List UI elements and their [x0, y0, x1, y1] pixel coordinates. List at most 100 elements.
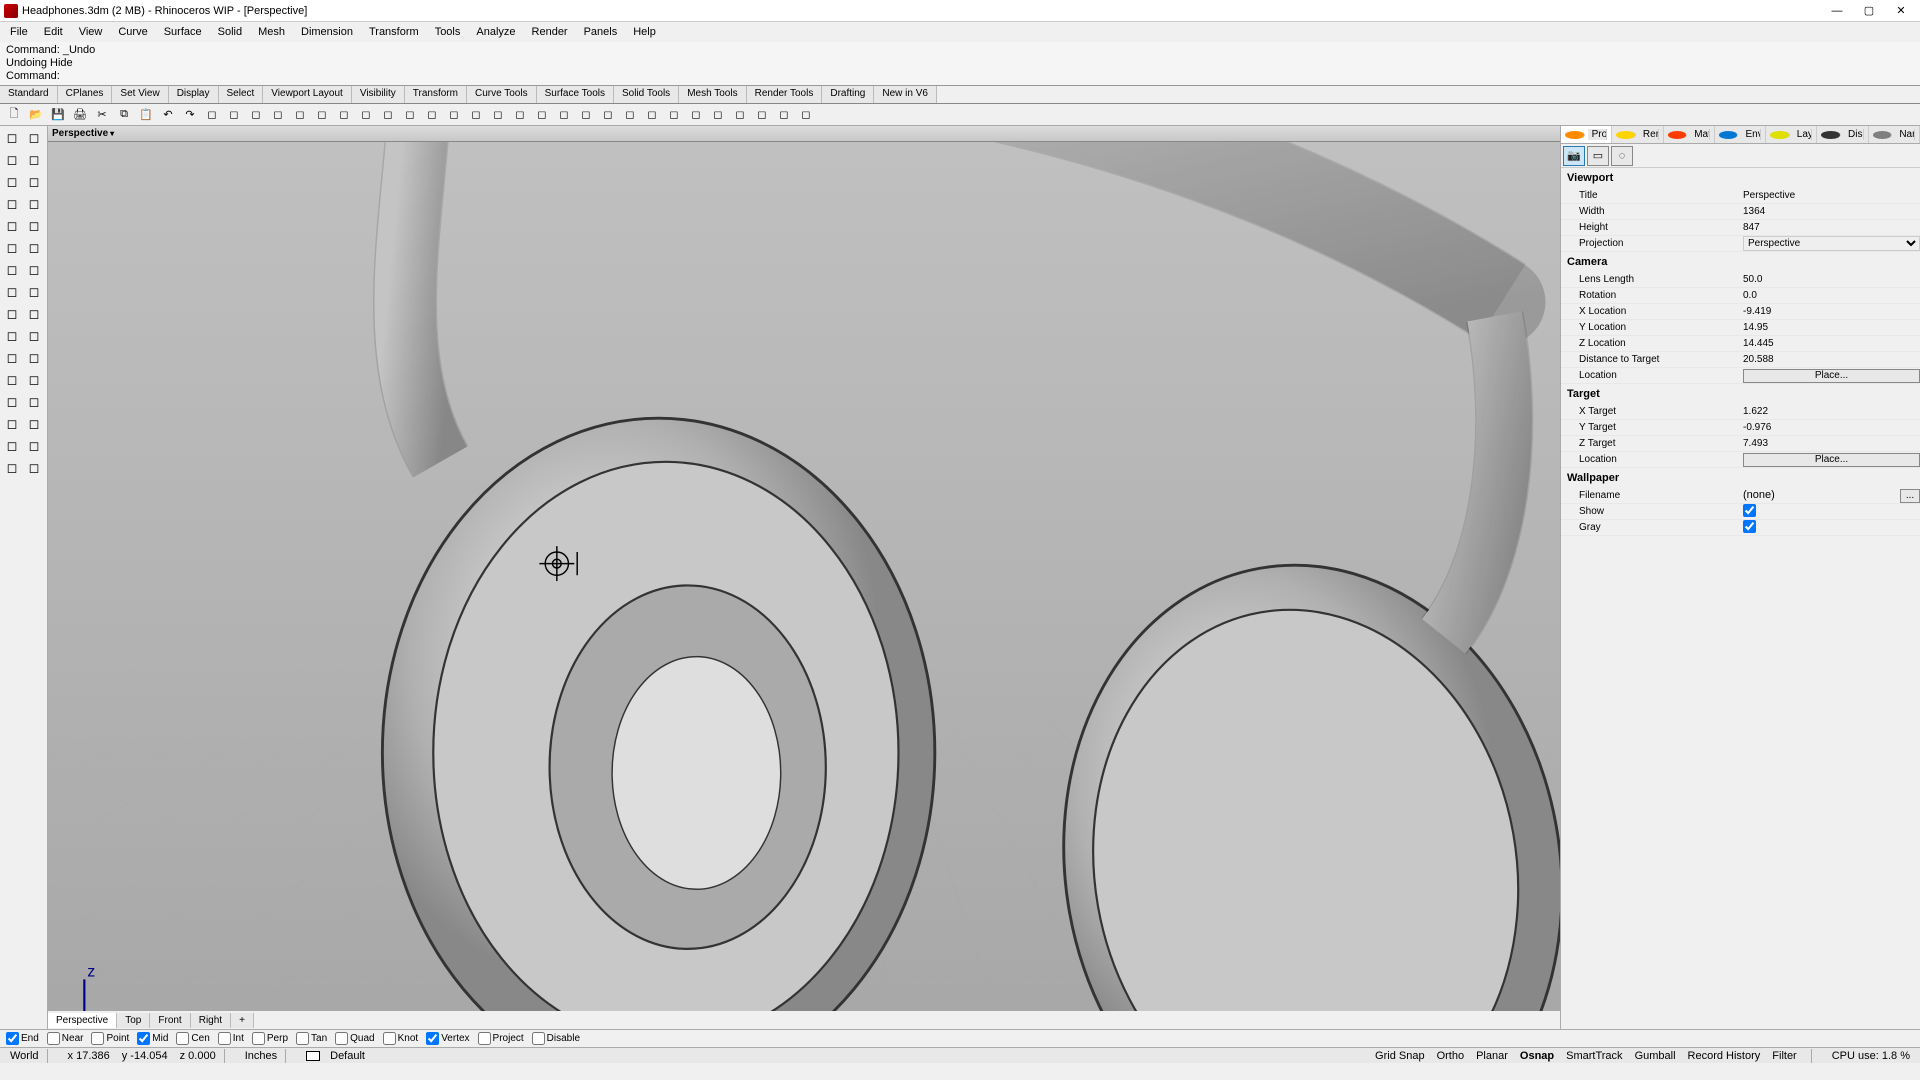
- chevron-down-icon[interactable]: ▾: [110, 129, 114, 138]
- select-none-icon[interactable]: ◻: [378, 105, 398, 125]
- array-icon[interactable]: ◻: [312, 105, 332, 125]
- menu-panels[interactable]: Panels: [576, 24, 626, 40]
- offset-tool-icon[interactable]: ◻: [24, 304, 44, 324]
- scale-icon[interactable]: ◻: [268, 105, 288, 125]
- line-tool-icon[interactable]: ◻: [24, 172, 44, 192]
- viewport-properties-icon[interactable]: 📷: [1563, 146, 1585, 166]
- prop-ty-value[interactable]: -0.976: [1741, 422, 1920, 433]
- show-icon[interactable]: ◻: [444, 105, 464, 125]
- osnap-perp[interactable]: Perp: [252, 1032, 288, 1045]
- tooltab-mesh-tools[interactable]: Mesh Tools: [679, 86, 746, 103]
- prop-camy-value[interactable]: 14.95: [1741, 322, 1920, 333]
- tooltab-display[interactable]: Display: [169, 86, 219, 103]
- box-icon[interactable]: ◻: [554, 105, 574, 125]
- layer-icon[interactable]: ◻: [466, 105, 486, 125]
- osnap-point[interactable]: Point: [91, 1032, 129, 1045]
- cone-tool-icon[interactable]: ◻: [24, 414, 44, 434]
- menu-solid[interactable]: Solid: [210, 24, 250, 40]
- loft-tool-icon[interactable]: ◻: [2, 326, 22, 346]
- paneltab-display[interactable]: Display: [1817, 126, 1868, 143]
- meshcyl-tool-icon[interactable]: ◻: [24, 458, 44, 478]
- open-icon[interactable]: 📂: [26, 105, 46, 125]
- menu-tools[interactable]: Tools: [427, 24, 469, 40]
- status-osnap[interactable]: Osnap: [1514, 1050, 1560, 1062]
- osnap-int[interactable]: Int: [218, 1032, 244, 1045]
- polyline-tool-icon[interactable]: ◻: [2, 194, 22, 214]
- vptab-top[interactable]: Top: [117, 1013, 150, 1028]
- tooltab-render-tools[interactable]: Render Tools: [747, 86, 823, 103]
- rotate-icon[interactable]: ◻: [246, 105, 266, 125]
- command-input[interactable]: [63, 71, 1914, 83]
- patch-tool-icon[interactable]: ◻: [24, 370, 44, 390]
- curve-tool-icon[interactable]: ◻: [24, 194, 44, 214]
- browse-file-button[interactable]: ...: [1900, 489, 1920, 503]
- chart-icon[interactable]: ◻: [796, 105, 816, 125]
- status-world[interactable]: World: [4, 1050, 45, 1062]
- paste-icon[interactable]: 📋: [136, 105, 156, 125]
- snap-icon[interactable]: ◻: [334, 105, 354, 125]
- menu-analyze[interactable]: Analyze: [468, 24, 523, 40]
- material-properties-icon[interactable]: ◌: [1611, 146, 1633, 166]
- menu-surface[interactable]: Surface: [156, 24, 210, 40]
- sphere-tool-icon[interactable]: ◻: [2, 414, 22, 434]
- osnap-mid[interactable]: Mid: [137, 1032, 168, 1045]
- arc-tool-icon[interactable]: ◻: [24, 216, 44, 236]
- place-target-button[interactable]: Place...: [1743, 453, 1920, 467]
- plane-tool-icon[interactable]: ◻: [24, 150, 44, 170]
- gray-checkbox[interactable]: [1743, 520, 1756, 533]
- status-units[interactable]: Inches: [239, 1050, 283, 1062]
- status-gumball[interactable]: Gumball: [1629, 1050, 1682, 1062]
- vptab-front[interactable]: Front: [150, 1013, 190, 1028]
- osnap-quad[interactable]: Quad: [335, 1032, 374, 1045]
- menu-help[interactable]: Help: [625, 24, 664, 40]
- material-icon[interactable]: ◻: [488, 105, 508, 125]
- fillet-tool-icon[interactable]: ◻: [2, 304, 22, 324]
- box-tool-icon[interactable]: ◻: [2, 392, 22, 412]
- spline-icon[interactable]: ◻: [752, 105, 772, 125]
- tooltab-drafting[interactable]: Drafting: [822, 86, 874, 103]
- pointer-tool-icon[interactable]: ◻: [2, 128, 22, 148]
- sun-icon[interactable]: ◻: [642, 105, 662, 125]
- cylinder-tool-icon[interactable]: ◻: [24, 392, 44, 412]
- osnap-cen[interactable]: Cen: [176, 1032, 209, 1045]
- tooltab-standard[interactable]: Standard: [0, 86, 58, 103]
- prop-camz-value[interactable]: 14.445: [1741, 338, 1920, 349]
- trim-tool-icon[interactable]: ◻: [24, 282, 44, 302]
- vptab-perspective[interactable]: Perspective: [48, 1013, 117, 1028]
- extend-tool-icon[interactable]: ◻: [2, 282, 22, 302]
- rail-tool-icon[interactable]: ◻: [24, 348, 44, 368]
- menu-transform[interactable]: Transform: [361, 24, 427, 40]
- tooltab-new-in-v6[interactable]: New in V6: [874, 86, 937, 103]
- analyze-icon[interactable]: ◻: [774, 105, 794, 125]
- tooltab-viewport-layout[interactable]: Viewport Layout: [263, 86, 352, 103]
- tooltab-set-view[interactable]: Set View: [112, 86, 168, 103]
- osnap-knot[interactable]: Knot: [383, 1032, 419, 1045]
- prop-camx-value[interactable]: -9.419: [1741, 306, 1920, 317]
- cplane-tool-icon[interactable]: ◻: [2, 150, 22, 170]
- polygon-tool-icon[interactable]: ◻: [24, 238, 44, 258]
- sweep-tool-icon[interactable]: ◻: [24, 326, 44, 346]
- gumball-icon[interactable]: ◻: [202, 105, 222, 125]
- osnap-end[interactable]: End: [6, 1032, 39, 1045]
- meshbox-tool-icon[interactable]: ◻: [2, 458, 22, 478]
- osnap-tan[interactable]: Tan: [296, 1032, 327, 1045]
- prop-tx-value[interactable]: 1.622: [1741, 406, 1920, 417]
- light-icon[interactable]: ◻: [532, 105, 552, 125]
- tooltab-curve-tools[interactable]: Curve Tools: [467, 86, 537, 103]
- paneltab-envir[interactable]: Envir...: [1715, 126, 1766, 143]
- copy-icon[interactable]: ⧉: [114, 105, 134, 125]
- show-checkbox[interactable]: [1743, 504, 1756, 517]
- dec-icon[interactable]: ◻: [576, 105, 596, 125]
- 3d-viewport[interactable]: x y z: [48, 142, 1560, 1011]
- prop-tz-value[interactable]: 7.493: [1741, 438, 1920, 449]
- paneltab-mate[interactable]: Mate...: [1664, 126, 1715, 143]
- filter-icon[interactable]: ◻: [400, 105, 420, 125]
- srfpt-tool-icon[interactable]: ◻: [2, 370, 22, 390]
- lasso-tool-icon[interactable]: ◻: [24, 128, 44, 148]
- status-ortho[interactable]: Ortho: [1431, 1050, 1471, 1062]
- save-icon[interactable]: 💾: [48, 105, 68, 125]
- tooltab-visibility[interactable]: Visibility: [352, 86, 405, 103]
- menu-mesh[interactable]: Mesh: [250, 24, 293, 40]
- tooltab-solid-tools[interactable]: Solid Tools: [614, 86, 679, 103]
- print-icon[interactable]: 🖨: [70, 105, 90, 125]
